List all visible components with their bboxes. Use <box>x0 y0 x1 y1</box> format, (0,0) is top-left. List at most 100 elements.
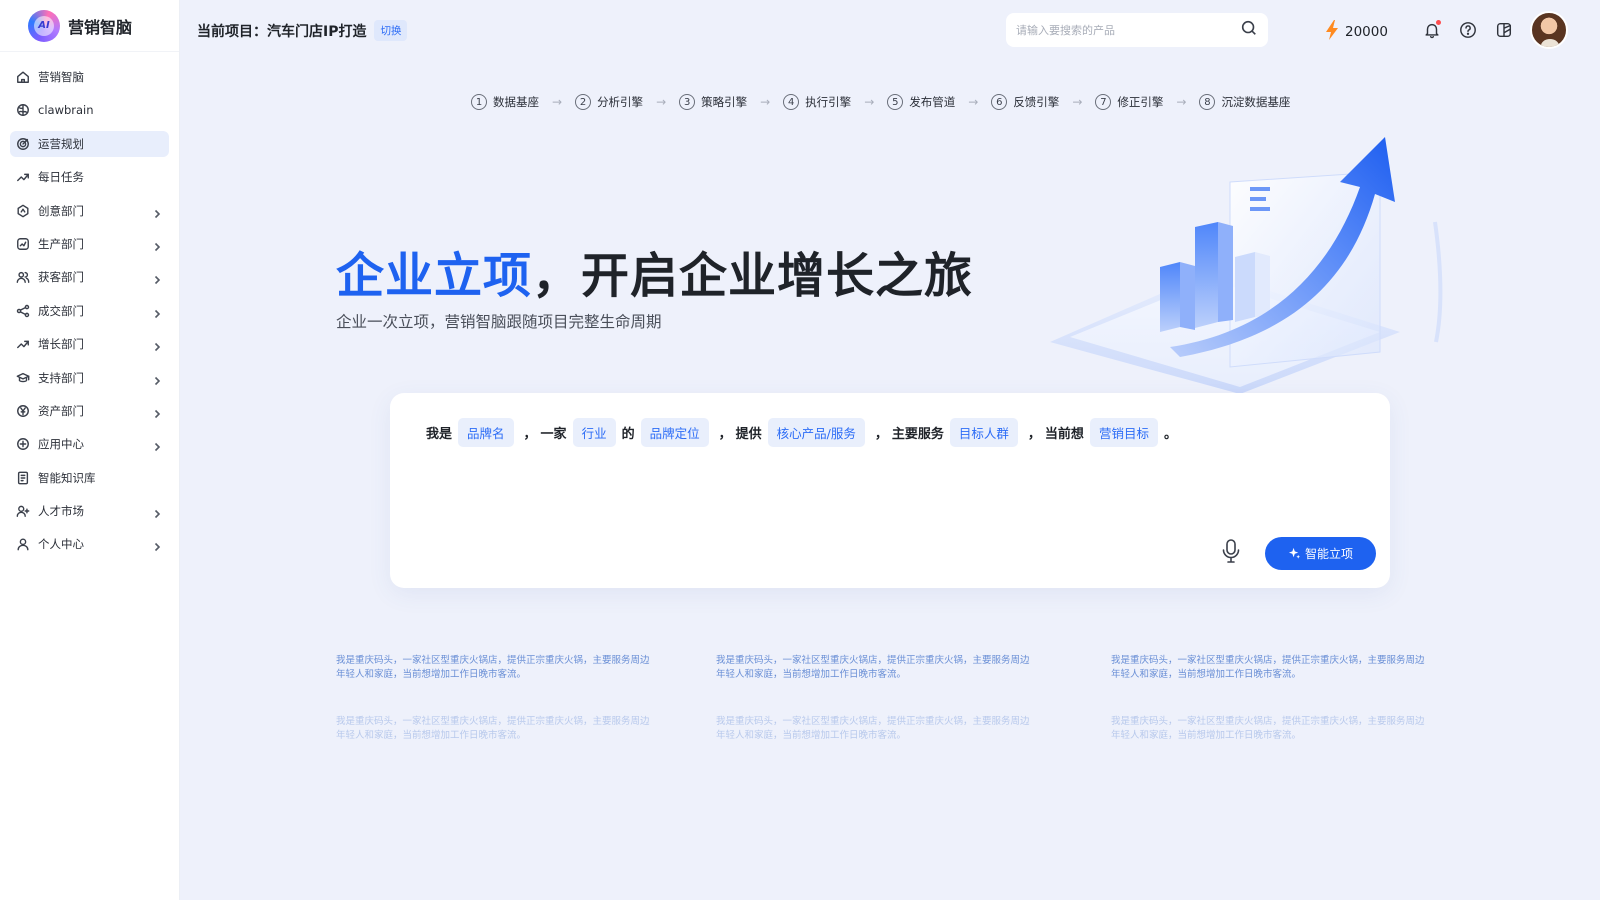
step-label: 数据基座 <box>493 95 539 109</box>
sidebar-item-production-dept[interactable]: 生产部门 <box>10 231 169 257</box>
template-text: 我是 <box>426 427 453 442</box>
chevron-right-icon <box>151 271 163 285</box>
example-prompt[interactable]: 我是重庆码头，一家社区型重庆火锅店，提供正宗重庆火锅，主要服务周边年轻人和家庭，… <box>716 715 1036 743</box>
project-label: 当前项目：汽车门店IP打造 <box>197 23 367 40</box>
credits-balance[interactable]: 20000 <box>1323 19 1388 45</box>
example-prompt[interactable]: 我是重庆码头，一家社区型重庆火锅店，提供正宗重庆火锅，主要服务周边年轻人和家庭，… <box>1111 654 1431 682</box>
step-item[interactable]: 2 分析引擎 <box>575 94 643 110</box>
target-icon <box>15 136 31 152</box>
credits-value: 20000 <box>1345 24 1388 40</box>
example-prompt[interactable]: 我是重庆码头，一家社区型重庆火锅店，提供正宗重庆火锅，主要服务周边年轻人和家庭，… <box>336 654 656 682</box>
product-search <box>1006 13 1268 47</box>
notification-dot <box>1436 20 1441 25</box>
top-header: 当前项目：汽车门店IP打造 切换 20000 <box>180 0 1600 60</box>
sidebar-item-daily-tasks[interactable]: 每日任务 <box>10 164 169 190</box>
trend-icon <box>15 169 31 185</box>
template-text: 一家 <box>540 427 567 442</box>
sidebar: AI 营销智脑 营销智脑 clawbrain 运营规划 每日任务 创意部门 生产… <box>0 0 180 900</box>
avatar[interactable] <box>1530 11 1568 49</box>
arrow-right-icon: → <box>760 95 771 109</box>
workflow-steps: 1 数据基座 → 2 分析引擎 → 3 策略引擎 → 4 执行引擎 → 5 发布管道 → … <box>471 94 1290 110</box>
example-prompt[interactable]: 我是重庆码头，一家社区型重庆火锅店，提供正宗重庆火锅，主要服务周边年轻人和家庭，… <box>336 715 656 743</box>
sidebar-nav: 营销智脑 clawbrain 运营规划 每日任务 创意部门 生产部门 获客部门 <box>0 52 179 557</box>
hero-subtitle: 企业一次立项，营销智脑跟随项目完整生命周期 <box>336 313 662 331</box>
search-input[interactable] <box>1016 23 1240 37</box>
step-label: 沉淀数据基座 <box>1221 95 1291 109</box>
theme-toggle-icon[interactable] <box>1493 19 1515 41</box>
chevron-right-icon <box>151 438 163 452</box>
step-item[interactable]: 7 修正引擎 <box>1095 94 1163 110</box>
sidebar-item-support-dept[interactable]: 支持部门 <box>10 365 169 391</box>
yen-icon <box>15 403 31 419</box>
sidebar-item-label: 获客部门 <box>38 270 84 285</box>
step-item[interactable]: 3 策略引擎 <box>679 94 747 110</box>
sidebar-item-acquisition-dept[interactable]: 获客部门 <box>10 264 169 290</box>
step-item[interactable]: 1 数据基座 <box>471 94 539 110</box>
book-icon <box>15 470 31 486</box>
step-number: 4 <box>783 94 800 110</box>
sidebar-item-knowledge-base[interactable]: 智能知识库 <box>10 465 169 491</box>
chevron-right-icon <box>151 405 163 418</box>
template-text: 。 <box>1163 427 1177 442</box>
arrow-right-icon: → <box>656 95 667 109</box>
project-composer: 我是 品牌名 ， 一家 行业 的 品牌定位 ， 提供 核心产品/服务 ， 主要服… <box>390 393 1390 588</box>
template-text: ， <box>718 427 732 442</box>
step-number: 5 <box>887 94 904 110</box>
example-prompt[interactable]: 我是重庆码头，一家社区型重庆火锅店，提供正宗重庆火锅，主要服务周边年轻人和家庭，… <box>1111 715 1431 743</box>
sidebar-item-label: 个人中心 <box>38 537 84 552</box>
sidebar-item-label: clawbrain <box>38 103 94 118</box>
notification-bell-icon[interactable] <box>1421 19 1443 41</box>
user-icon <box>15 536 31 552</box>
step-number: 8 <box>1199 94 1216 110</box>
brand-position-field[interactable]: 品牌定位 <box>640 418 709 447</box>
arrow-right-icon: → <box>864 95 875 109</box>
user-plus-icon <box>15 503 31 519</box>
sidebar-item-label: 营销智脑 <box>38 70 84 84</box>
target-audience-field[interactable]: 目标人群 <box>949 418 1018 447</box>
industry-field[interactable]: 行业 <box>572 418 616 447</box>
step-label: 反馈引擎 <box>1013 95 1060 109</box>
sidebar-item-clawbrain[interactable]: clawbrain <box>10 97 169 123</box>
chevron-right-icon <box>151 372 163 385</box>
hero-title: 企业立项，开启企业增长之旅 <box>336 236 973 306</box>
sparkle-icon <box>1288 547 1301 559</box>
sidebar-item-marketing-brain[interactable]: 营销智脑 <box>10 64 169 90</box>
step-item[interactable]: 8 沉淀数据基座 <box>1199 94 1290 110</box>
help-icon[interactable] <box>1457 19 1479 41</box>
microphone-icon[interactable] <box>1220 538 1242 564</box>
sidebar-item-personal-center[interactable]: 个人中心 <box>10 531 169 557</box>
sidebar-item-label: 增长部门 <box>38 337 84 352</box>
step-item[interactable]: 4 执行引擎 <box>783 94 851 110</box>
step-number: 6 <box>991 94 1008 110</box>
current-project: 当前项目：汽车门店IP打造 切换 <box>197 20 408 41</box>
smart-project-button[interactable]: 智能立项 <box>1265 537 1376 570</box>
core-product-field[interactable]: 核心产品/服务 <box>767 418 865 447</box>
step-item[interactable]: 5 发布管道 <box>887 94 955 110</box>
project-template-sentence: 我是 品牌名 ， 一家 行业 的 品牌定位 ， 提供 核心产品/服务 ， 主要服… <box>426 418 1177 447</box>
brand[interactable]: AI 营销智脑 <box>0 0 179 52</box>
example-prompt[interactable]: 我是重庆码头，一家社区型重庆火锅店，提供正宗重庆火锅，主要服务周边年轻人和家庭，… <box>716 654 1036 682</box>
sidebar-item-assets-dept[interactable]: 资产部门 <box>10 398 169 424</box>
step-item[interactable]: 6 反馈引擎 <box>991 94 1059 110</box>
switch-project-button[interactable]: 切换 <box>374 20 408 41</box>
sidebar-item-deal-dept[interactable]: 成交部门 <box>10 298 169 324</box>
growth-icon <box>15 336 31 352</box>
search-icon[interactable] <box>1240 19 1258 41</box>
brain-icon <box>15 102 31 118</box>
brand-name: 营销智脑 <box>68 17 133 37</box>
sidebar-item-creative-dept[interactable]: 创意部门 <box>10 198 169 224</box>
step-label: 策略引擎 <box>701 95 748 109</box>
sidebar-item-label: 资产部门 <box>38 403 84 418</box>
arrow-right-icon: → <box>968 95 979 109</box>
growth-illustration <box>1050 137 1443 394</box>
chevron-right-icon <box>151 305 163 318</box>
sidebar-item-label: 应用中心 <box>38 437 84 452</box>
template-text: 提供 <box>735 427 762 442</box>
sidebar-item-app-center[interactable]: 应用中心 <box>10 431 169 457</box>
brand-name-field[interactable]: 品牌名 <box>458 418 514 447</box>
sidebar-item-talent-market[interactable]: 人才市场 <box>10 498 169 524</box>
sidebar-item-operations-planning[interactable]: 运营规划 <box>10 130 169 157</box>
sidebar-item-growth-dept[interactable]: 增长部门 <box>10 331 169 357</box>
marketing-goal-field[interactable]: 营销目标 <box>1089 418 1158 447</box>
smart-project-label: 智能立项 <box>1304 547 1353 561</box>
